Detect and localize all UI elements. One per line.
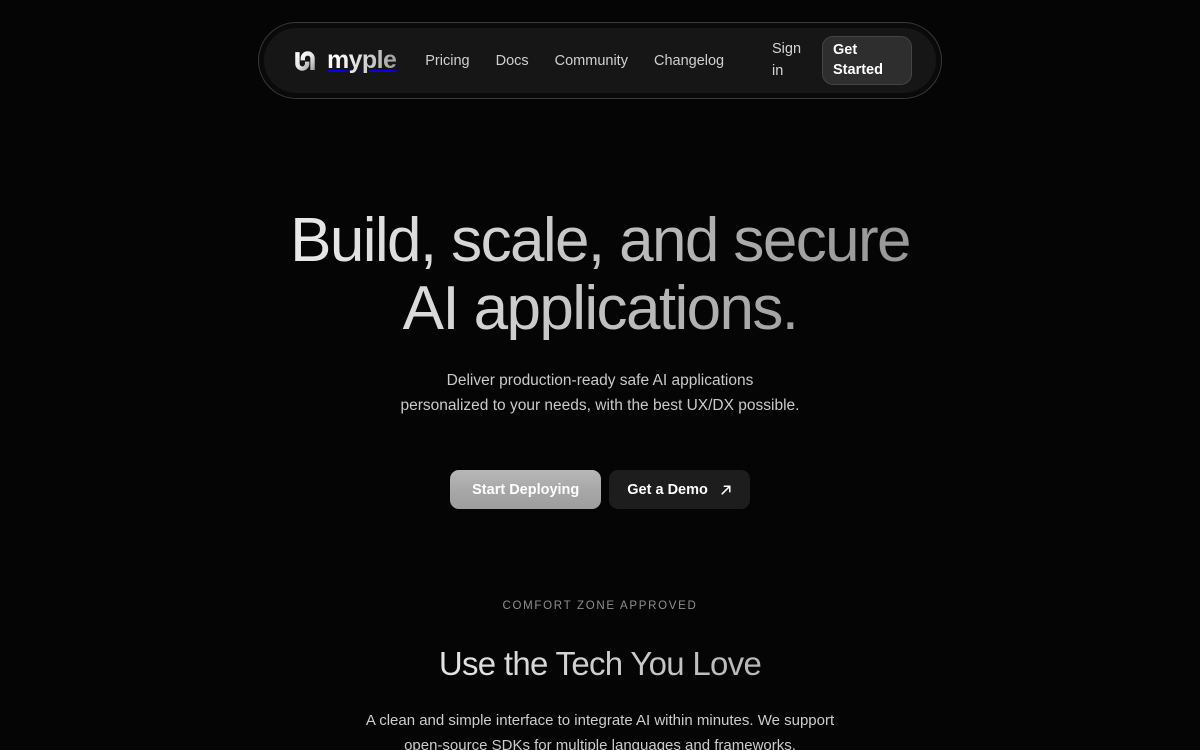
hero-cta-row: Start Deploying Get a Demo [0, 470, 1200, 510]
tech-section-eyebrow: COMFORT ZONE APPROVED [502, 600, 698, 612]
nav-actions: Sign in Get Started [772, 35, 912, 86]
nav-link-changelog[interactable]: Changelog [641, 47, 737, 75]
hero-subtitle-line-2: personalized to your needs, with the bes… [400, 397, 800, 415]
top-navigation-bar: myple Pricing Docs Community Changelog S… [258, 22, 942, 99]
tech-section-body: A clean and simple interface to integrat… [0, 708, 1200, 750]
tech-section: COMFORT ZONE APPROVED Use the Tech You L… [0, 600, 1200, 750]
get-a-demo-button[interactable]: Get a Demo [609, 470, 750, 510]
myple-logo-mark-icon [295, 50, 315, 71]
hero-subtitle-line-1: Deliver production-ready safe AI applica… [446, 372, 754, 389]
arrow-up-right-icon [721, 485, 731, 495]
brand-logo-link[interactable]: myple [292, 46, 397, 74]
tech-section-body-line-1: A clean and simple interface to integrat… [365, 712, 835, 729]
hero-section: Build, scale, and secure AI applications… [0, 210, 1200, 510]
start-deploying-button[interactable]: Start Deploying [450, 470, 602, 510]
tech-section-title: Use the Tech You Love [0, 645, 1200, 683]
get-a-demo-label: Get a Demo [627, 481, 708, 498]
hero-title-line-1: Build, scale, and secure [290, 206, 910, 275]
brand-name: myple [327, 46, 397, 74]
nav-link-docs[interactable]: Docs [483, 47, 542, 75]
primary-nav-links: Pricing Docs Community Changelog [412, 47, 737, 75]
nav-inner-pill: myple Pricing Docs Community Changelog S… [264, 28, 936, 93]
hero-title-line-2: AI applications. [402, 274, 798, 343]
hero-subtitle: Deliver production-ready safe AI applica… [0, 368, 1200, 418]
get-started-button[interactable]: Get Started [822, 35, 912, 86]
hero-title: Build, scale, and secure AI applications… [0, 210, 1200, 340]
tech-section-body-line-2: open-source SDKs for multiple languages … [404, 737, 796, 750]
nav-link-community[interactable]: Community [542, 47, 641, 75]
sign-in-link[interactable]: Sign in [772, 39, 808, 81]
nav-link-pricing[interactable]: Pricing [412, 47, 482, 75]
